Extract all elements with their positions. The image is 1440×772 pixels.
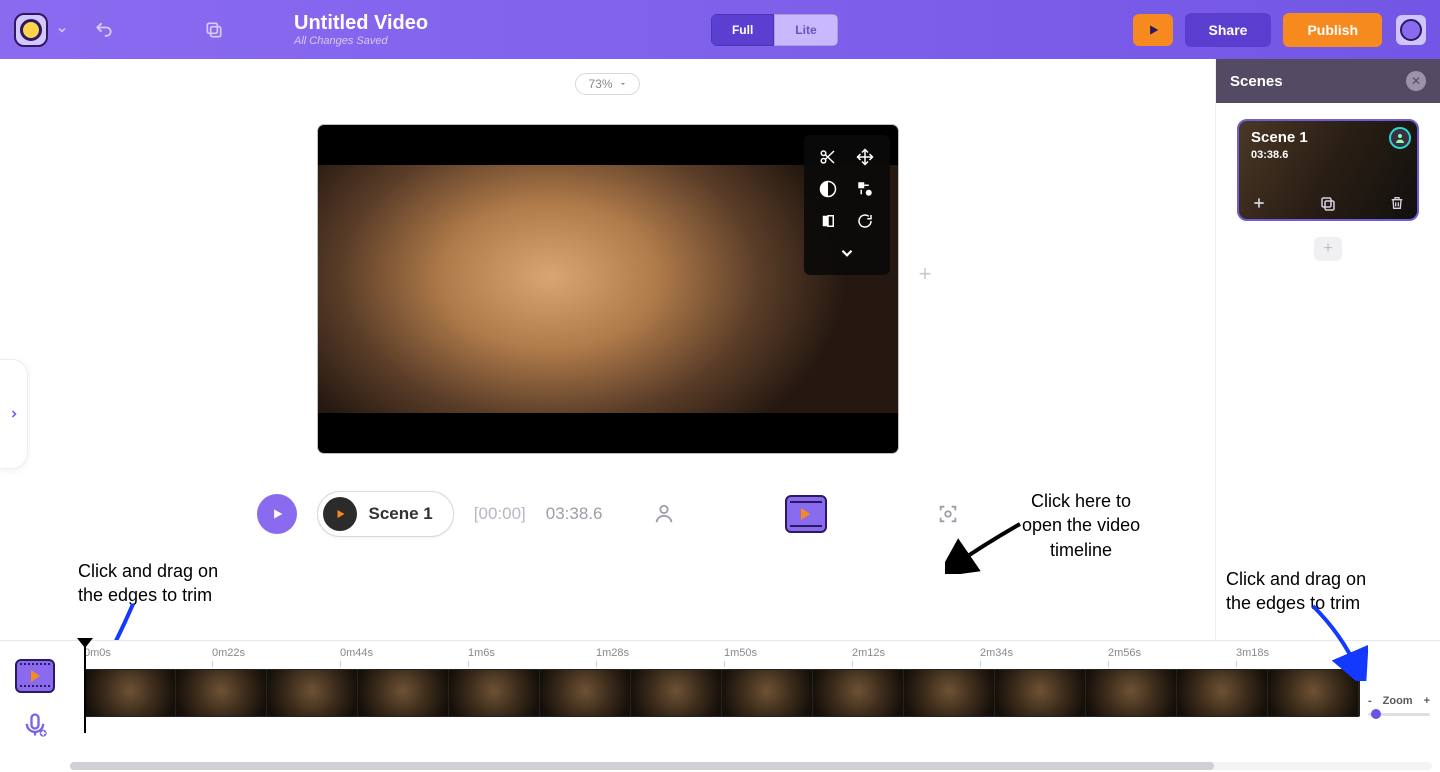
toolbox-expand-icon[interactable] <box>812 239 882 267</box>
scene-card-actions <box>1251 195 1405 213</box>
preview-play-button[interactable] <box>1133 14 1173 46</box>
close-sidebar-button[interactable]: ✕ <box>1406 71 1426 91</box>
publish-button[interactable]: Publish <box>1283 13 1382 47</box>
share-button[interactable]: Share <box>1185 13 1272 47</box>
scene-duplicate-icon[interactable] <box>1319 195 1337 213</box>
scene-control-row: Scene 1 [00:00] 03:38.6 <box>257 491 959 537</box>
ruler-tick: 1m50s <box>724 647 757 659</box>
main-area: 73% + <box>0 59 1440 640</box>
logo-chevron-down-icon[interactable] <box>56 24 68 36</box>
canvas-area: 73% + <box>0 59 1215 640</box>
canvas-zoom-dropdown[interactable]: 73% <box>575 73 639 95</box>
zoom-label: Zoom <box>1383 695 1413 707</box>
play-scene-button[interactable] <box>323 497 357 531</box>
mode-full[interactable]: Full <box>711 14 774 46</box>
scene-card-title: Scene 1 <box>1251 129 1308 146</box>
ruler-tick: 3m18s <box>1236 647 1269 659</box>
ruler-tick: 2m12s <box>852 647 885 659</box>
ruler-tick: 0m44s <box>340 647 373 659</box>
ruler-tick: 2m34s <box>980 647 1013 659</box>
video-track-icon[interactable] <box>15 659 55 693</box>
save-status: All Changes Saved <box>294 35 428 47</box>
zoom-out-button[interactable]: - <box>1368 695 1372 707</box>
ruler-tick: 2m56s <box>1108 647 1141 659</box>
duplicate-icon[interactable] <box>204 20 224 40</box>
timeline-track-area: 0m0s 0m22s 0m44s 1m6s 1m28s 1m50s 2m12s … <box>70 641 1440 772</box>
project-title-block: Untitled Video All Changes Saved <box>294 12 428 47</box>
sidebar-header: Scenes ✕ <box>1216 59 1440 103</box>
scenes-sidebar: Scenes ✕ Scene 1 03:38.6 + Click a <box>1215 59 1440 640</box>
zoom-slider[interactable] <box>1368 713 1430 716</box>
timeline-zone: 0m0s 0m22s 0m44s 1m6s 1m28s 1m50s 2m12s … <box>0 640 1440 772</box>
editor-mode-toggle: Full Lite <box>711 14 838 46</box>
scene-card-duration: 03:38.6 <box>1251 149 1288 161</box>
zoom-slider-thumb[interactable] <box>1371 709 1381 719</box>
ruler-tick: 1m28s <box>596 647 629 659</box>
duration-label: 03:38.6 <box>546 504 603 524</box>
focus-icon[interactable] <box>937 503 959 525</box>
scene-card-avatar-icon <box>1389 127 1411 149</box>
add-element-button[interactable]: + <box>919 261 932 287</box>
ruler-tick: 0m0s <box>84 647 111 659</box>
add-scene-button[interactable]: + <box>1314 237 1342 261</box>
open-video-timeline-button[interactable] <box>785 495 827 533</box>
annotation-open-timeline: Click here to open the video timeline <box>1022 489 1140 562</box>
annotation-trim-left: Click and drag on the edges to trim <box>78 559 218 608</box>
timeline-zoom-control: - Zoom + <box>1368 695 1430 716</box>
project-title[interactable]: Untitled Video <box>294 12 428 35</box>
timeline-playhead[interactable] <box>84 641 86 733</box>
scene-pill-label: Scene 1 <box>369 504 433 524</box>
scene-delete-icon[interactable] <box>1389 195 1405 213</box>
mask-icon[interactable] <box>812 207 845 235</box>
top-bar: Untitled Video All Changes Saved Full Li… <box>0 0 1440 59</box>
stage-toolbox <box>804 135 890 275</box>
timeline-left-tools <box>0 641 70 772</box>
ruler-tick: 1m6s <box>468 647 495 659</box>
mode-lite[interactable]: Lite <box>774 14 837 46</box>
video-clip[interactable]: 03:38.6 ••• <box>84 669 1360 717</box>
current-time-label: [00:00] <box>474 504 526 524</box>
undo-icon[interactable] <box>94 20 114 40</box>
scene-pill[interactable]: Scene 1 <box>317 491 454 537</box>
cut-icon[interactable] <box>812 143 845 171</box>
canvas-zoom-value: 73% <box>588 77 612 91</box>
timeline-ruler[interactable]: 0m0s 0m22s 0m44s 1m6s 1m28s 1m50s 2m12s … <box>70 647 1440 669</box>
user-avatar[interactable] <box>1396 15 1426 45</box>
zoom-in-button[interactable]: + <box>1424 695 1430 707</box>
left-panel-expand-tab[interactable] <box>0 359 28 469</box>
scene-add-icon[interactable] <box>1251 195 1267 213</box>
contrast-icon[interactable] <box>812 175 845 203</box>
timeline-scrollbar-thumb[interactable] <box>70 762 1214 770</box>
video-stage[interactable] <box>318 125 898 453</box>
rotate-icon[interactable] <box>849 207 882 235</box>
move-icon[interactable] <box>849 143 882 171</box>
timeline-scrollbar[interactable] <box>70 762 1432 770</box>
scene-card-1[interactable]: Scene 1 03:38.6 <box>1237 119 1419 221</box>
swap-icon[interactable] <box>849 175 882 203</box>
voiceover-mic-icon[interactable] <box>21 711 49 739</box>
annotation-trim-right: Click and drag on the edges to trim <box>1226 567 1440 616</box>
character-icon[interactable] <box>653 503 675 525</box>
play-all-button[interactable] <box>257 494 297 534</box>
arrow-left-trim <box>88 599 148 640</box>
ruler-tick: 0m22s <box>212 647 245 659</box>
app-logo[interactable] <box>14 13 48 47</box>
sidebar-title: Scenes <box>1230 73 1283 90</box>
